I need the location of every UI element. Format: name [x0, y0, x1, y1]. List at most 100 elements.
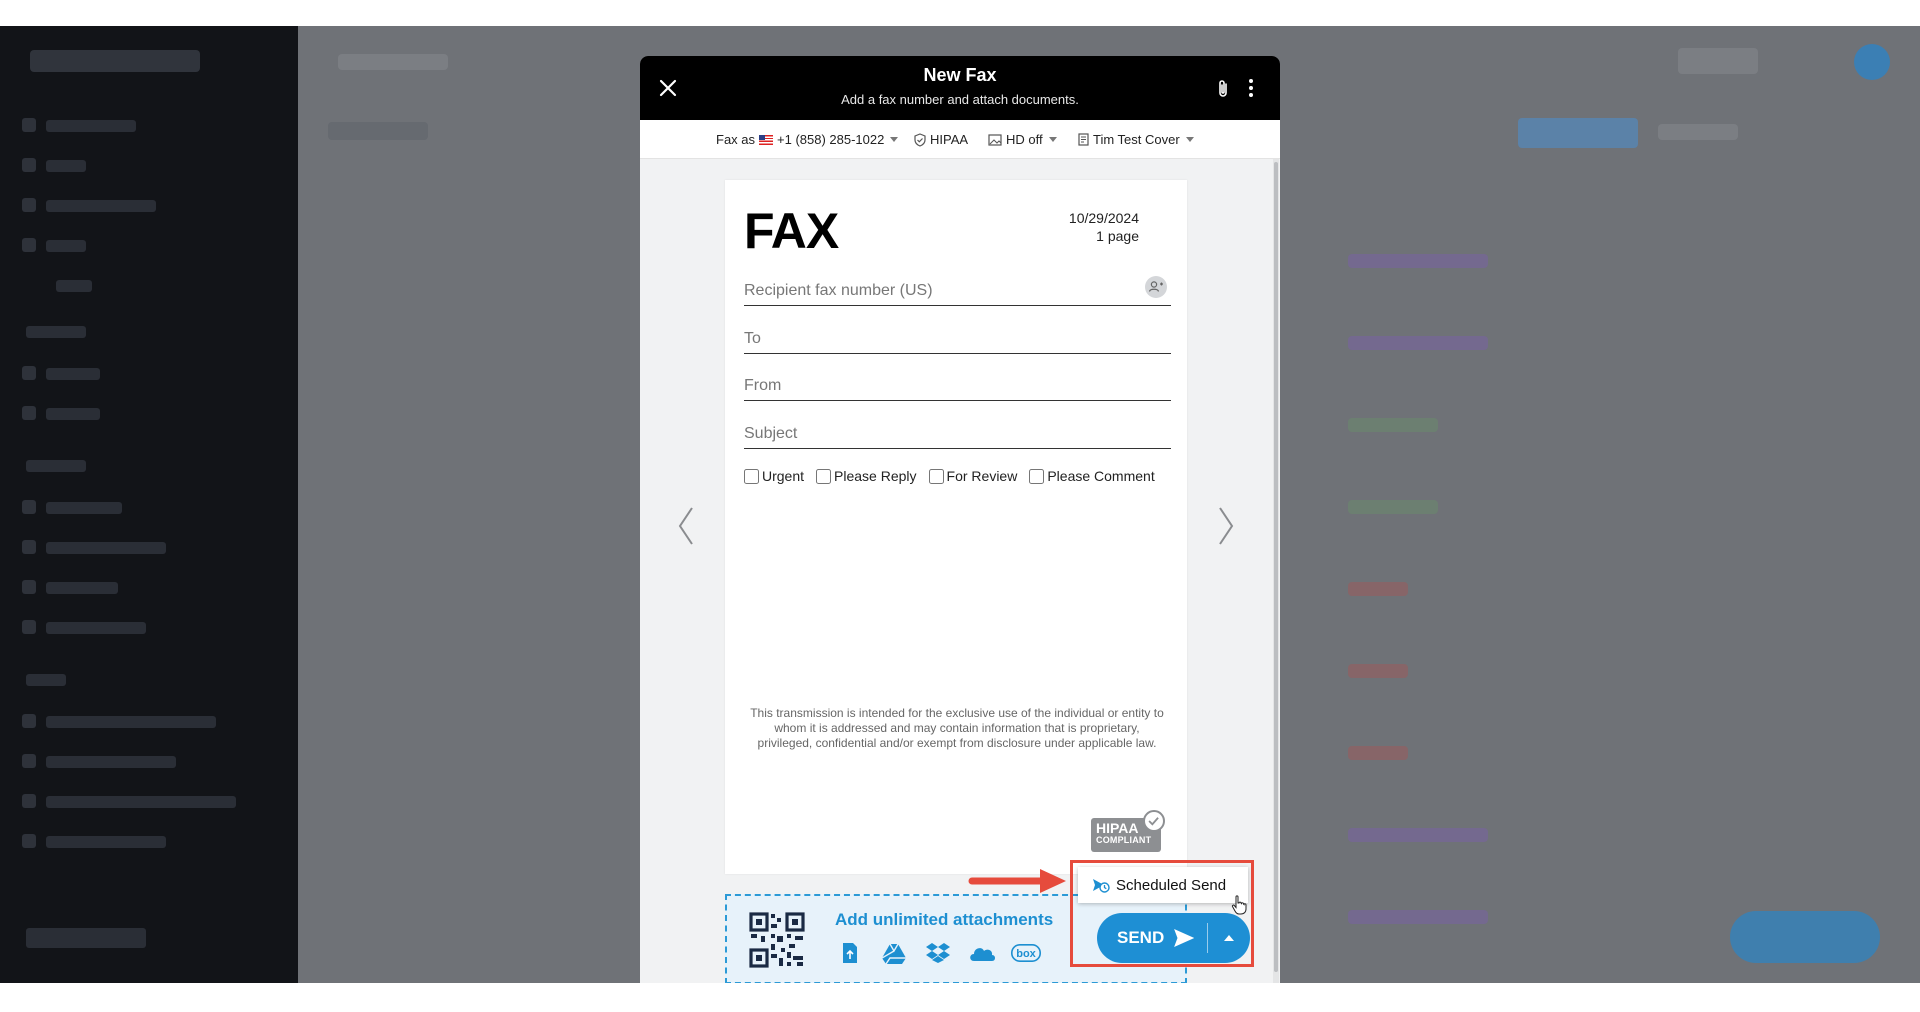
cover-heading: FAX — [744, 203, 839, 259]
row-placeholder — [1348, 500, 1438, 514]
action-button-placeholder — [1518, 118, 1638, 148]
row-placeholder — [1348, 910, 1488, 924]
sidebar-section — [26, 674, 66, 686]
chevron-down-icon — [1048, 137, 1057, 142]
sidebar-icon — [22, 118, 36, 132]
upload-file-icon — [843, 943, 857, 963]
new-fax-modal: New Fax Add a fax number and attach docu… — [640, 56, 1280, 983]
sidebar-item — [46, 716, 216, 728]
please-comment-checkbox[interactable]: Please Comment — [1029, 468, 1155, 484]
sidebar-section — [26, 326, 86, 338]
sidebar-icon — [22, 834, 36, 848]
sidebar-icon — [22, 714, 36, 728]
hd-label: HD off — [1006, 132, 1043, 147]
recipient-field — [744, 276, 1171, 306]
box-button[interactable]: box — [1011, 940, 1041, 966]
hipaa-badge-subtitle: COMPLIANT — [1096, 835, 1152, 845]
urgent-label: Urgent — [762, 468, 805, 484]
row-placeholder — [1348, 254, 1488, 268]
cover-date: 10/29/2024 — [1068, 210, 1139, 226]
google-drive-icon — [882, 943, 906, 964]
hipaa-toggle[interactable]: HIPAA — [914, 132, 968, 147]
avatar — [1854, 44, 1890, 80]
sidebar-icon — [22, 158, 36, 172]
cover-label: Tim Test Cover — [1093, 132, 1180, 147]
dropbox-button[interactable] — [923, 940, 953, 966]
box-logo-text: box — [1016, 948, 1036, 960]
send-button[interactable]: SEND — [1097, 913, 1207, 963]
sidebar-icon — [22, 406, 36, 420]
fab-placeholder — [1730, 911, 1880, 963]
chevron-left-icon[interactable] — [674, 504, 698, 548]
send-options-toggle[interactable] — [1208, 913, 1250, 963]
modal-header: New Fax Add a fax number and attach docu… — [640, 56, 1280, 120]
scrollbar-thumb[interactable] — [1274, 162, 1278, 972]
google-drive-button[interactable] — [879, 940, 909, 966]
row-placeholder — [1348, 828, 1488, 842]
contacts-button[interactable] — [1145, 276, 1167, 298]
hipaa-label: HIPAA — [930, 132, 969, 147]
from-field — [744, 373, 1171, 401]
recipient-fax-input[interactable] — [744, 278, 1171, 304]
action-placeholder — [1658, 124, 1738, 140]
row-placeholder — [1348, 336, 1488, 350]
hd-selector[interactable]: HD off — [988, 132, 1057, 147]
cover-page-count: 1 page — [1096, 228, 1139, 244]
paperclip-icon[interactable] — [1215, 79, 1231, 99]
annotation-arrow — [968, 869, 1066, 893]
sidebar-icon — [22, 580, 36, 594]
chevron-up-icon — [1224, 935, 1234, 941]
row-placeholder — [1348, 664, 1408, 678]
please-reply-label: Please Reply — [834, 468, 917, 484]
please-reply-checkbox[interactable]: Please Reply — [816, 468, 917, 484]
header-placeholder — [1678, 48, 1758, 74]
fax-number-value: +1 (858) 285-1022 — [777, 132, 885, 147]
please-comment-checkbox-input[interactable] — [1029, 468, 1045, 484]
sidebar-item — [46, 622, 146, 634]
sidebar-item — [56, 280, 92, 292]
hand-pointer-icon — [1231, 895, 1247, 915]
attachment-sources: box — [835, 940, 1041, 966]
upload-file-button[interactable] — [835, 940, 865, 966]
qr-code-icon[interactable] — [749, 912, 805, 968]
app-sidebar-dimmed — [0, 26, 298, 983]
cover-page: FAX 10/29/2024 1 page Urgent Please Repl… — [725, 180, 1187, 874]
to-input[interactable] — [744, 326, 1171, 352]
urgent-checkbox[interactable]: Urgent — [744, 468, 804, 484]
modal-title: New Fax — [923, 65, 997, 85]
sidebar-item — [46, 502, 122, 514]
chevron-right-icon[interactable] — [1214, 504, 1238, 548]
sidebar-icon — [22, 238, 36, 252]
for-review-checkbox[interactable]: For Review — [928, 468, 1017, 484]
shield-check-icon — [914, 132, 926, 147]
urgent-checkbox-input[interactable] — [744, 468, 759, 484]
sidebar-icon — [22, 366, 36, 380]
page-heading-placeholder — [338, 54, 448, 70]
cover-checkboxes: Urgent Please Reply For Review Please Co… — [744, 468, 1174, 484]
sidebar-item — [46, 240, 86, 252]
subject-input[interactable] — [744, 421, 1171, 447]
please-reply-checkbox-input[interactable] — [816, 468, 832, 484]
onedrive-button[interactable] — [967, 940, 997, 966]
for-review-checkbox-input[interactable] — [928, 468, 944, 484]
fax-as-selector[interactable]: Fax as +1 (858) 285-1022 — [716, 132, 899, 147]
scheduled-send-icon — [1093, 879, 1110, 893]
sidebar-item — [46, 756, 176, 768]
scheduled-send-label: Scheduled Send — [1116, 876, 1227, 894]
sidebar-icon — [22, 620, 36, 634]
more-vertical-icon[interactable] — [1246, 77, 1256, 99]
send-label: SEND — [1117, 928, 1165, 947]
attachments-label: Add unlimited attachments — [835, 910, 1054, 929]
image-icon — [988, 133, 1002, 146]
sidebar-icon — [22, 198, 36, 212]
scheduled-send-option[interactable]: Scheduled Send — [1078, 867, 1248, 903]
add-contact-icon — [1148, 281, 1163, 292]
sidebar-item — [46, 796, 236, 808]
cover-page-selector[interactable]: Tim Test Cover — [1078, 132, 1194, 147]
box-icon: box — [1011, 944, 1041, 962]
from-input[interactable] — [744, 373, 1171, 399]
document-icon — [1078, 133, 1089, 146]
modal-subtitle: Add a fax number and attach documents. — [841, 92, 1079, 107]
chevron-down-icon — [890, 137, 899, 142]
sidebar-item — [46, 368, 100, 380]
